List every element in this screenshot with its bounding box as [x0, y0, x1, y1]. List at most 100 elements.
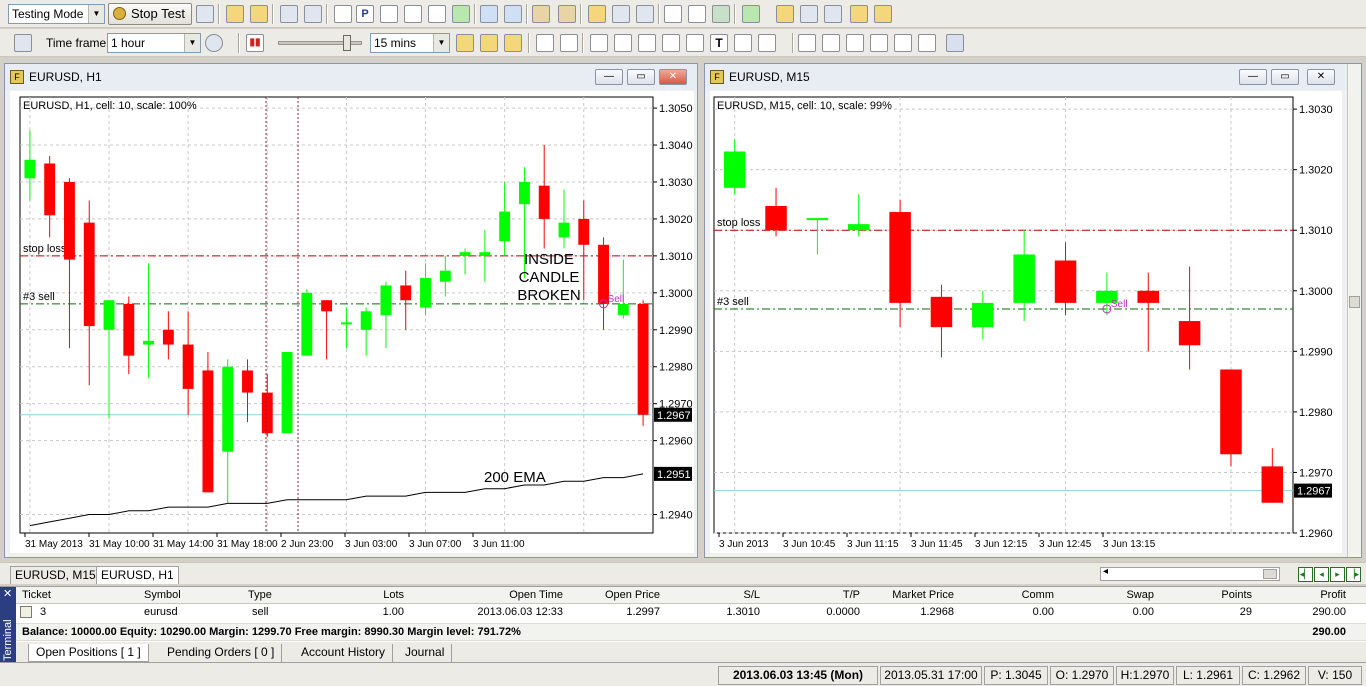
- new-document-icon[interactable]: [334, 5, 352, 23]
- col-tp[interactable]: T/P: [776, 587, 860, 603]
- close-icon[interactable]: ✕: [3, 587, 12, 600]
- periods-icon[interactable]: [776, 5, 794, 23]
- regression-icon[interactable]: [918, 34, 936, 52]
- next-chart-icon[interactable]: ▸: [1330, 567, 1345, 582]
- shapes-icon[interactable]: [758, 34, 776, 52]
- slider-handle[interactable]: [343, 35, 351, 51]
- horizontal-line-icon[interactable]: [614, 34, 632, 52]
- andrews-pitchfork-icon[interactable]: [870, 34, 888, 52]
- scroll-thumb[interactable]: [1263, 569, 1277, 579]
- chart-window-icon[interactable]: [636, 5, 654, 23]
- stop-test-button[interactable]: Stop Test: [108, 3, 192, 25]
- prev-chart-icon[interactable]: ◂: [1314, 567, 1329, 582]
- expert-advisors-icon[interactable]: [588, 5, 606, 23]
- col-ticket[interactable]: Ticket: [22, 587, 51, 603]
- strategy-tester-icon[interactable]: [850, 5, 868, 23]
- maximize-button[interactable]: ▭: [1271, 69, 1299, 85]
- history-center-icon[interactable]: [874, 5, 892, 23]
- fibonacci-icon[interactable]: [686, 34, 704, 52]
- template-icon[interactable]: [196, 5, 214, 23]
- crosshair-icon[interactable]: [560, 34, 578, 52]
- zoom-in-icon[interactable]: [480, 5, 498, 23]
- copy-icon[interactable]: [280, 5, 298, 23]
- text-tool-icon[interactable]: T: [710, 34, 728, 52]
- col-market-price[interactable]: Market Price: [876, 587, 954, 603]
- tab-open-positions[interactable]: Open Positions [ 1 ]: [28, 644, 149, 662]
- pause-icon[interactable]: ▮▮: [246, 34, 264, 52]
- timeframe-select[interactable]: 1 hour ▼: [107, 33, 201, 53]
- chart-settings-icon[interactable]: [14, 34, 32, 52]
- indicators-icon[interactable]: [742, 5, 760, 23]
- print-icon[interactable]: P: [356, 5, 374, 23]
- tab-eurusd-h1[interactable]: EURUSD, H1: [96, 566, 179, 584]
- vertical-scrollbar[interactable]: [1347, 64, 1361, 557]
- visualization-icon[interactable]: [205, 34, 223, 52]
- col-points[interactable]: Points: [1176, 587, 1252, 603]
- zoom-out-icon[interactable]: [504, 5, 522, 23]
- label-tool-icon[interactable]: [734, 34, 752, 52]
- screenshot-icon[interactable]: [824, 5, 842, 23]
- col-type[interactable]: Type: [248, 587, 272, 603]
- equidistant-icon[interactable]: [798, 34, 816, 52]
- cycle-lines-icon[interactable]: [822, 34, 840, 52]
- step-forward-icon[interactable]: [480, 34, 498, 52]
- candle-body: [637, 303, 649, 415]
- channel-icon[interactable]: [662, 34, 680, 52]
- cascade-windows-icon[interactable]: [558, 5, 576, 23]
- speed-slider[interactable]: [278, 35, 362, 51]
- grid-icon[interactable]: [612, 5, 630, 23]
- col-lots[interactable]: Lots: [316, 587, 404, 603]
- cancel-icon[interactable]: [428, 5, 446, 23]
- properties-icon[interactable]: [800, 5, 818, 23]
- fibo-fan-icon[interactable]: [894, 34, 912, 52]
- trendline-icon[interactable]: [638, 34, 656, 52]
- tab-account-history[interactable]: Account History: [294, 644, 394, 662]
- chart-info: EURUSD, M15, cell: 10, scale: 99%: [717, 100, 892, 112]
- close-button[interactable]: ✕: [1307, 69, 1335, 85]
- cursor-icon[interactable]: [536, 34, 554, 52]
- horizontal-scrollbar[interactable]: ◂: [1100, 566, 1280, 581]
- bar-chart-icon[interactable]: [688, 5, 706, 23]
- table-row[interactable]: 3 eurusd sell 1.00 2013.06.03 12:33 1.29…: [16, 604, 1366, 622]
- minimize-button[interactable]: —: [1239, 69, 1267, 85]
- tab-pending-orders[interactable]: Pending Orders [ 0 ]: [160, 644, 283, 662]
- col-symbol[interactable]: Symbol: [144, 587, 181, 603]
- line-chart-icon[interactable]: [664, 5, 682, 23]
- candlestick-chart-m15[interactable]: 1.3030 1.3020 1.3010 1.3000 1.2990 1.2980 1.29…: [710, 91, 1342, 553]
- tile-windows-icon[interactable]: [532, 5, 550, 23]
- step-back-icon[interactable]: [456, 34, 474, 52]
- new-chart-icon[interactable]: [226, 5, 244, 23]
- maximize-button[interactable]: ▭: [627, 69, 655, 85]
- first-chart-icon[interactable]: ◂▏: [1298, 567, 1313, 582]
- paste-icon[interactable]: [304, 5, 322, 23]
- skip-to-select[interactable]: 15 mins ▼: [370, 33, 450, 53]
- gann-fan-icon[interactable]: [846, 34, 864, 52]
- mode-select[interactable]: Testing Mode ▼: [8, 4, 105, 24]
- scroll-left-icon[interactable]: ◂: [1103, 566, 1108, 577]
- skip-icon[interactable]: [504, 34, 522, 52]
- col-comm[interactable]: Comm: [976, 587, 1054, 603]
- market-watch-icon[interactable]: [380, 5, 398, 23]
- tab-eurusd-m15[interactable]: EURUSD, M15: [10, 566, 101, 584]
- refresh-icon[interactable]: [452, 5, 470, 23]
- candlestick-chart-h1[interactable]: 1.3050 1.3040 1.3030 1.3020 1.3010 1.3000 1.29…: [10, 91, 694, 553]
- last-chart-icon[interactable]: ▕▸: [1346, 567, 1361, 582]
- col-profit[interactable]: Profit: [1266, 587, 1346, 603]
- close-button[interactable]: ✕: [659, 69, 687, 85]
- candle-body: [242, 370, 253, 393]
- status-l: L: 1.2961: [1176, 666, 1240, 685]
- col-sl[interactable]: S/L: [676, 587, 760, 603]
- col-open-time[interactable]: Open Time: [436, 587, 563, 603]
- chart-area-h1[interactable]: 1.3050 1.3040 1.3030 1.3020 1.3010 1.3000 1.29…: [10, 91, 694, 553]
- minimize-button[interactable]: —: [595, 69, 623, 85]
- candlestick-icon[interactable]: [712, 5, 730, 23]
- scroll-thumb[interactable]: [1349, 296, 1360, 308]
- col-swap[interactable]: Swap: [1076, 587, 1154, 603]
- vertical-line-icon[interactable]: [590, 34, 608, 52]
- auto-scroll-icon[interactable]: [946, 34, 964, 52]
- chart-area-m15[interactable]: 1.3030 1.3020 1.3010 1.3000 1.2990 1.2980 1.29…: [710, 91, 1342, 553]
- data-window-icon[interactable]: [404, 5, 422, 23]
- col-open-price[interactable]: Open Price: [576, 587, 660, 603]
- tab-journal[interactable]: Journal: [398, 644, 453, 662]
- profiles-icon[interactable]: [250, 5, 268, 23]
